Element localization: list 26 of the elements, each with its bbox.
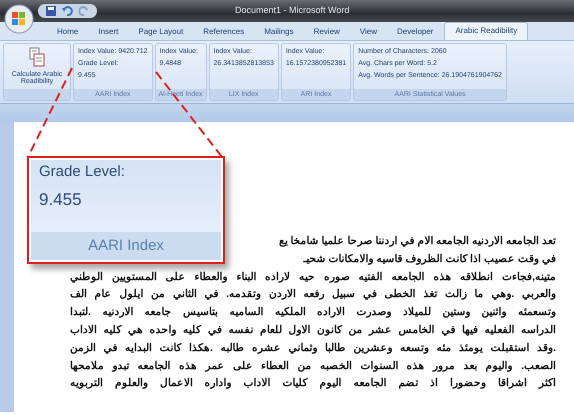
text-line: .وقد استقبلت يومئذ مئه وتسعه وعشرين طالبا وثماني عشره طالبه .هكذا كانت البدايه في الزمن	[70, 340, 556, 356]
ribbon-tab[interactable]: Arabic Readibility	[444, 22, 528, 40]
ribbon-tab[interactable]: Page Layout	[129, 24, 192, 40]
text-line: اكثر اشراقا وحضورا اذ تضم الجامعه اليوم كليات الاداب واداره الاعمال والعلوم التربويه	[70, 376, 556, 392]
ribbon-tab[interactable]: Insert	[89, 24, 128, 40]
ribbon-tab[interactable]: Home	[48, 24, 88, 40]
text-line: تعد الجامعه الاردنيه الجامعه الام في اردننا صرحا علميا شامخا يع	[278, 234, 556, 249]
text-line: الصعب. واليوم بعد مرور هذه السنوات الخصبه من العطاء على عمر هذه الجامعه تبدو ملامحها	[70, 358, 556, 374]
value-text: Grade Level:	[39, 163, 126, 180]
documents-icon	[29, 47, 45, 67]
text-line: متينه,فجاءت انطلاقه هذه الجامعه الفتيه صوره حيه لاراده البناء والعطاء على المستويين الوطني	[70, 270, 556, 285]
ribbon-tab[interactable]: References	[194, 24, 254, 40]
undo-icon[interactable]	[62, 6, 73, 16]
ribbon-tab[interactable]: View	[350, 24, 386, 40]
group-label: AARI Index	[31, 232, 221, 260]
window-title: Document1 - Microsoft Word	[235, 5, 350, 15]
text-line: في وقت عصيب اذا كانت الظروف قاسيه والامكانات شحيـ	[304, 252, 556, 267]
text-line: والعربي .وهي ما زالت تغذ الخطى في سبيل رفعه الاردن وتقدمه. في الثاني من ايلول عام الف	[70, 287, 556, 302]
value-text: 9.455	[39, 190, 83, 210]
ribbon-tab[interactable]: Mailings	[255, 24, 303, 40]
ribbon-tab[interactable]: Developer	[388, 24, 442, 40]
ribbon-tab[interactable]: Review	[304, 24, 349, 40]
group-footer	[4, 89, 70, 100]
text-line: وتسعمئه واثنين وستين للميلاد وصدرت الاراده الملكيه الساميه بتاسيس جامعه الاردنيه .لتبدا	[70, 305, 556, 320]
text-line: الدراسه الفعليه فيها في الخامس عشر من كانون الاول للعام نفسه في كليه واحده هي كليه الاداب	[70, 322, 556, 338]
save-icon[interactable]	[46, 6, 56, 16]
